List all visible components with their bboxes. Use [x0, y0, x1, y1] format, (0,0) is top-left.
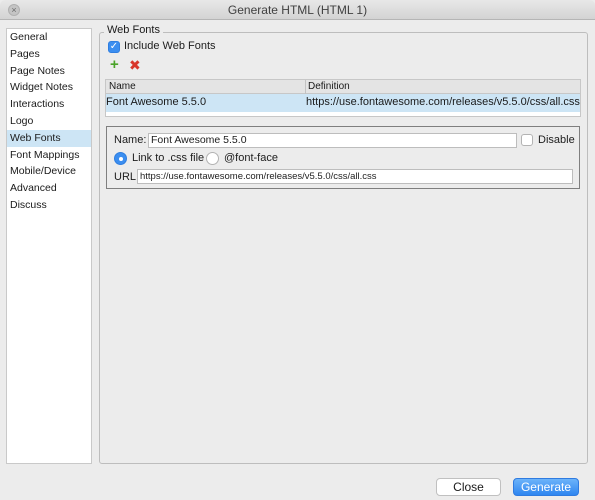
group-title: Web Fonts	[104, 24, 163, 36]
sidebar-item-interactions[interactable]: Interactions	[7, 96, 91, 113]
font-detail-panel: Name: Font Awesome 5.5.0 Disable Link to…	[106, 126, 580, 189]
url-label: URL	[114, 171, 137, 183]
sidebar-item-mobile-device[interactable]: Mobile/Device	[7, 163, 91, 180]
sidebar-item-web-fonts[interactable]: Web Fonts	[7, 129, 91, 147]
table-header: Name Definition	[106, 80, 580, 94]
sidebar-item-pages[interactable]: Pages	[7, 46, 91, 63]
column-header-definition[interactable]: Definition	[308, 81, 350, 92]
link-css-label[interactable]: Link to .css file	[132, 152, 204, 164]
sidebar-item-widget-notes[interactable]: Widget Notes	[7, 79, 91, 96]
table-row[interactable]: Font Awesome 5.5.0 https://use.fontaweso…	[106, 94, 580, 112]
sidebar-item-general[interactable]: General	[7, 29, 91, 46]
x-icon[interactable]: ✖	[129, 58, 141, 72]
name-input[interactable]: Font Awesome 5.5.0	[148, 133, 517, 148]
include-web-fonts-label[interactable]: Include Web Fonts	[124, 40, 216, 52]
plus-icon[interactable]: +	[110, 57, 122, 72]
fonts-table: Name Definition Font Awesome 5.5.0 https…	[105, 79, 581, 117]
font-face-label[interactable]: @font-face	[224, 152, 278, 164]
link-css-radio[interactable]	[114, 152, 127, 165]
checkmark-icon: ✓	[109, 41, 119, 52]
name-label: Name:	[114, 134, 147, 146]
row-name-cell: Font Awesome 5.5.0	[106, 96, 207, 108]
disable-label[interactable]: Disable	[538, 134, 575, 146]
sidebar-item-logo[interactable]: Logo	[7, 113, 91, 130]
sidebar: General Pages Page Notes Widget Notes In…	[6, 28, 92, 464]
column-divider[interactable]	[305, 80, 306, 94]
window-title: Generate HTML (HTML 1)	[227, 3, 368, 17]
column-header-name[interactable]: Name	[109, 81, 136, 92]
title-bar: × Generate HTML (HTML 1)	[0, 0, 595, 20]
font-face-radio[interactable]	[206, 152, 219, 165]
sidebar-item-page-notes[interactable]: Page Notes	[7, 63, 91, 80]
sidebar-item-discuss[interactable]: Discuss	[7, 197, 91, 214]
generate-button[interactable]: Generate	[513, 478, 579, 496]
include-web-fonts-checkbox[interactable]: ✓	[108, 41, 120, 53]
sidebar-item-font-mappings[interactable]: Font Mappings	[7, 147, 91, 164]
close-button[interactable]: Close	[436, 478, 501, 496]
row-definition-cell: https://use.fontawesome.com/releases/v5.…	[306, 96, 580, 108]
sidebar-item-advanced[interactable]: Advanced	[7, 180, 91, 197]
url-input[interactable]: https://use.fontawesome.com/releases/v5.…	[137, 169, 573, 184]
disable-checkbox[interactable]	[521, 134, 533, 146]
